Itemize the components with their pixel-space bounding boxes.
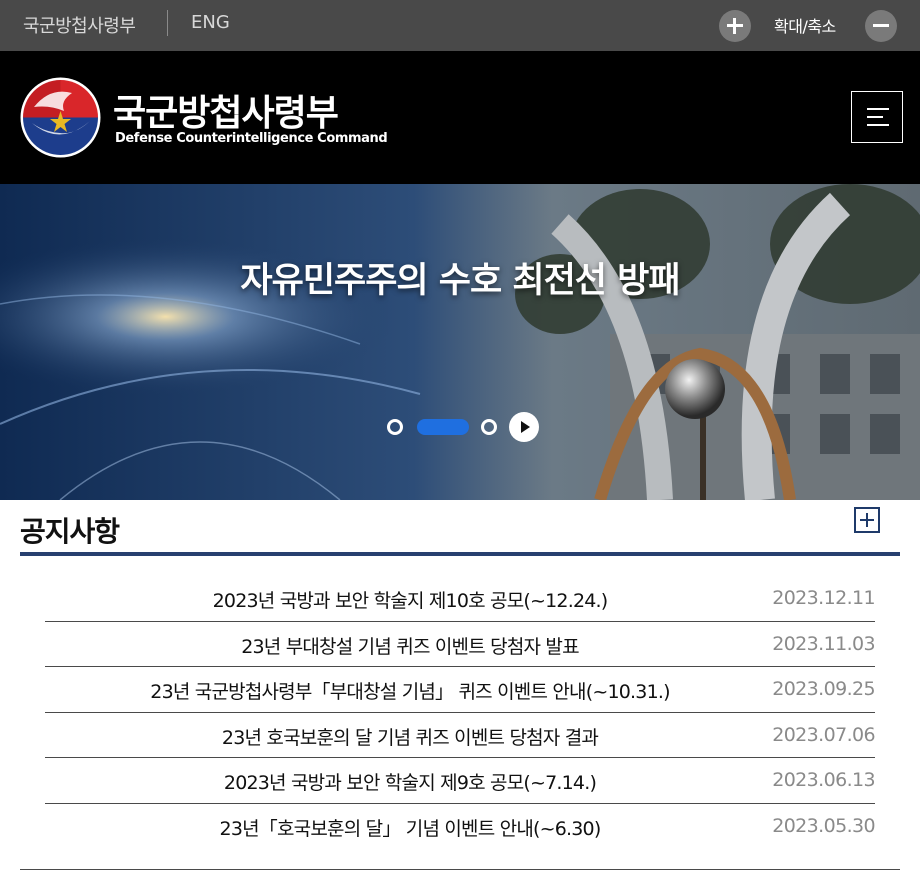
logo-korean[interactable]: 국군방첩사령부: [113, 84, 339, 136]
notice-title[interactable]: 23년 국군방첩사령부「부대창설 기념」 퀴즈 이벤트 안내(~10.31.): [45, 677, 775, 704]
slide-play-button[interactable]: [509, 412, 539, 442]
divider: [167, 10, 168, 36]
notice-item[interactable]: 23년 부대창설 기념 퀴즈 이벤트 당첨자 발표 2023.11.03: [45, 622, 876, 668]
slide-indicator-1[interactable]: [387, 419, 403, 435]
notice-date: 2023.12.11: [772, 587, 875, 609]
slide-indicator-3[interactable]: [481, 419, 497, 435]
notice-date: 2023.05.30: [772, 814, 875, 837]
notice-more-button[interactable]: [854, 507, 880, 533]
minus-icon: [873, 24, 889, 27]
zoom-label: 확대/축소: [774, 17, 836, 36]
notice-item[interactable]: 23년「호국보훈의 달」 기념 이벤트 안내(~6.30) 2023.05.30: [45, 804, 876, 850]
play-icon: [521, 421, 530, 433]
notice-item[interactable]: 2023년 국방과 보안 학술지 제9호 공모(~7.14.) 2023.06.…: [45, 758, 876, 804]
home-link[interactable]: 국군방첩사령부: [23, 12, 136, 38]
notice-bottom-divider: [20, 869, 900, 870]
logo-english: Defense Counterintelligence Command: [115, 131, 388, 146]
hamburger-menu-icon: [867, 108, 889, 110]
logo-emblem-icon[interactable]: [20, 77, 101, 158]
zoom-out-button[interactable]: [865, 10, 897, 42]
notice-date: 2023.11.03: [772, 632, 875, 655]
top-utility-bar: 국군방첩사령부 ENG 확대/축소: [0, 0, 920, 51]
hero-background-image: [0, 184, 920, 500]
notice-title[interactable]: 23년「호국보훈의 달」 기념 이벤트 안내(~6.30): [45, 814, 775, 841]
notice-date: 2023.09.25: [772, 678, 875, 701]
zoom-in-button[interactable]: [719, 10, 751, 42]
notice-date: 2023.06.13: [772, 769, 875, 792]
hero-title: 자유민주주의 수호 최전선 방패: [240, 261, 680, 301]
english-link[interactable]: ENG: [191, 12, 230, 33]
notice-list: 2023년 국방과 보안 학술지 제10호 공모(~12.24.) 2023.1…: [45, 576, 876, 850]
menu-button[interactable]: [851, 91, 903, 143]
notice-title[interactable]: 23년 부대창설 기념 퀴즈 이벤트 당첨자 발표: [45, 632, 775, 659]
notice-item[interactable]: 23년 호국보훈의 달 기념 퀴즈 이벤트 당첨자 결과 2023.07.06: [45, 713, 876, 759]
notice-item[interactable]: 2023년 국방과 보안 학술지 제10호 공모(~12.24.) 2023.1…: [45, 576, 876, 622]
notice-title[interactable]: 23년 호국보훈의 달 기념 퀴즈 이벤트 당첨자 결과: [45, 723, 775, 750]
notice-title[interactable]: 2023년 국방과 보안 학술지 제9호 공모(~7.14.): [45, 768, 775, 795]
notice-title[interactable]: 2023년 국방과 보안 학술지 제10호 공모(~12.24.): [45, 586, 775, 613]
slide-indicator-2-active[interactable]: [417, 419, 469, 435]
notice-divider: [20, 552, 900, 556]
notice-section-title: 공지사항: [20, 515, 120, 548]
site-header: 국군방첩사령부 Defense Counterintelligence Comm…: [0, 51, 920, 184]
notice-date: 2023.07.06: [772, 723, 875, 746]
notice-item[interactable]: 23년 국군방첩사령부「부대창설 기념」 퀴즈 이벤트 안내(~10.31.) …: [45, 667, 876, 713]
hero-banner: 자유민주주의 수호 최전선 방패: [0, 184, 920, 500]
